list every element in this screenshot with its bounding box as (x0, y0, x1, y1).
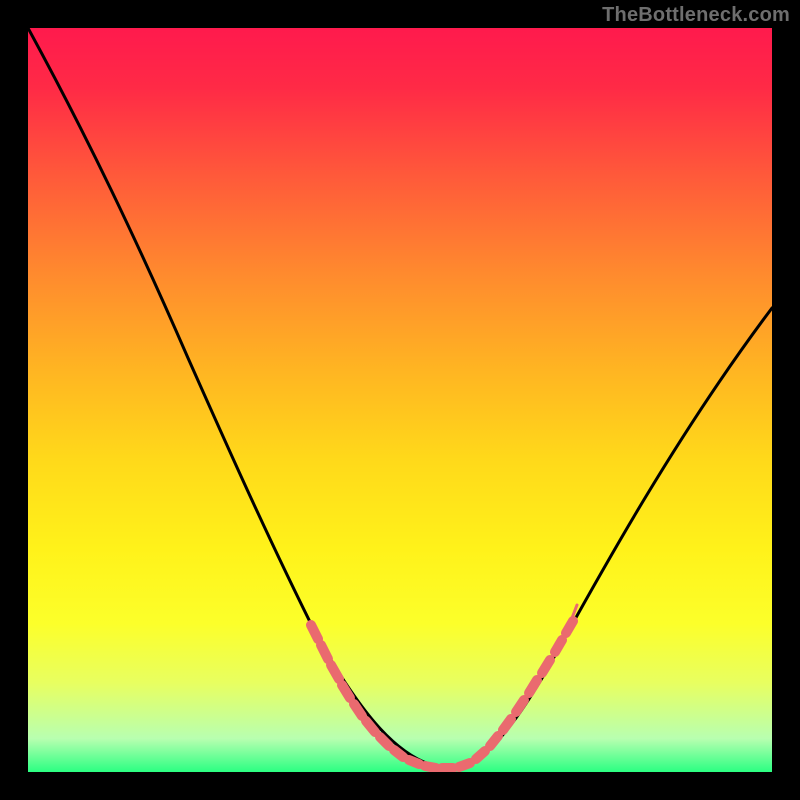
watermark-text: TheBottleneck.com (602, 4, 790, 27)
chart-svg (28, 28, 772, 772)
plot-area (28, 28, 772, 772)
highlight-dots (311, 621, 573, 768)
bottleneck-curve (28, 28, 772, 768)
